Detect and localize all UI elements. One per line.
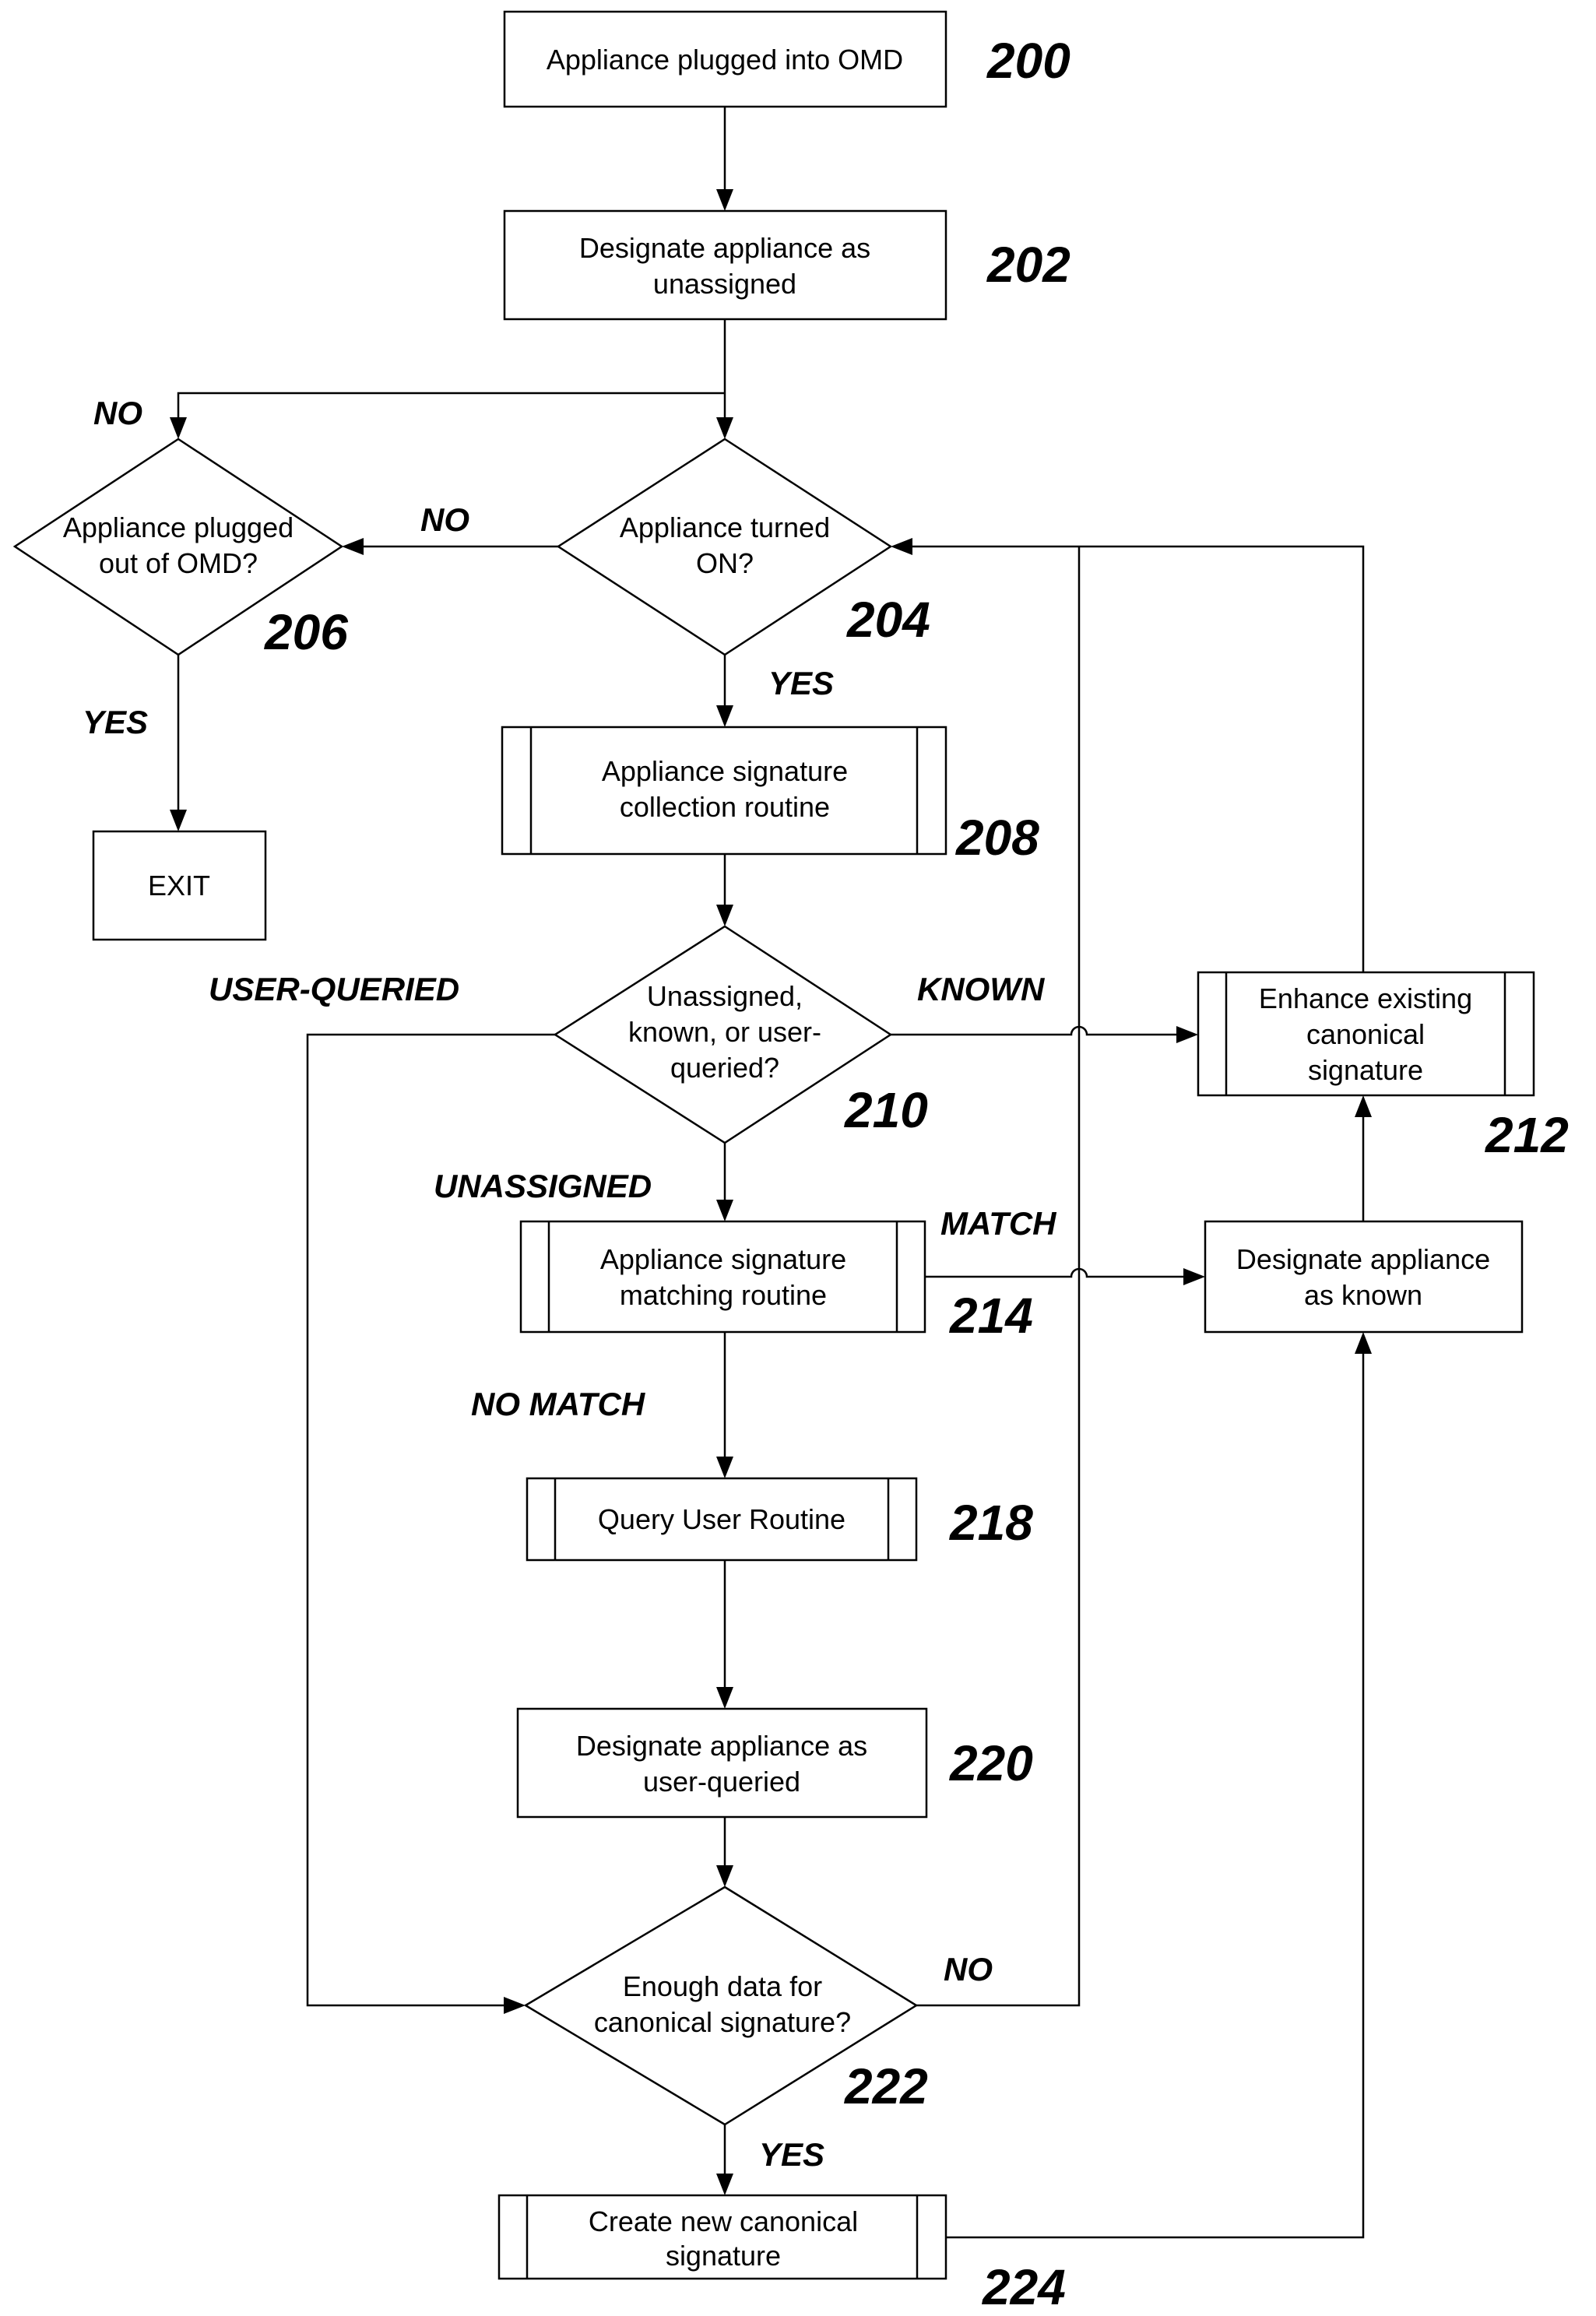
ref-200: 200 — [986, 33, 1070, 89]
node-designate-known: Designate appliance as known — [1204, 1220, 1524, 1334]
label-match: MATCH — [940, 1205, 1057, 1242]
ref-204: 204 — [846, 592, 930, 648]
node-224-line-2: signature — [666, 2240, 781, 2272]
label-yes-206: YES — [83, 704, 148, 740]
node-200-line-1: Appliance plugged into OMD — [547, 44, 903, 76]
node-212-line-1: Enhance existing — [1259, 982, 1472, 1014]
ref-220: 220 — [949, 1735, 1033, 1791]
label-yes-222: YES — [759, 2136, 824, 2173]
node-220: Designate appliance as user-queried — [516, 1707, 928, 1819]
node-204-line-2: ON? — [696, 547, 754, 579]
arrowhead-icon — [504, 1997, 526, 2014]
ref-224: 224 — [982, 2259, 1066, 2315]
node-214-line-1: Appliance signature — [600, 1243, 846, 1275]
node-210-line-3: queried? — [670, 1052, 779, 1084]
edge-224-216 — [946, 1351, 1365, 2239]
arrowhead-icon — [716, 1687, 733, 1709]
ref-214: 214 — [949, 1288, 1033, 1344]
node-224-line-1: Create new canonical — [589, 2205, 858, 2237]
node-218: Query User Routine — [526, 1477, 918, 1562]
ref-218: 218 — [949, 1495, 1033, 1551]
arrowhead-icon — [1183, 1268, 1205, 1285]
node-exit: EXIT — [92, 830, 267, 941]
label-yes-204: YES — [768, 665, 834, 701]
node-202: Designate appliance as unassigned — [503, 209, 947, 321]
arrowhead-icon — [891, 538, 912, 555]
node-220-line-2: user-queried — [643, 1766, 800, 1798]
ref-222: 222 — [844, 2058, 928, 2114]
node-210-line-2: known, or user- — [628, 1016, 821, 1048]
label-known: KNOWN — [917, 971, 1046, 1007]
node-214: Appliance signature matching routine — [519, 1220, 926, 1334]
arrowhead-icon — [1176, 1026, 1198, 1043]
node-208-line-1: Appliance signature — [602, 755, 848, 787]
label-unassigned: UNASSIGNED — [434, 1168, 652, 1204]
arrowhead-icon — [1355, 1332, 1372, 1354]
label-no-222: NO — [944, 1951, 993, 1987]
node-202-line-2: unassigned — [653, 268, 796, 300]
arrowhead-icon — [716, 705, 733, 727]
node-212-line-2: canonical — [1306, 1018, 1425, 1050]
node-210: Unassigned, known, or user- queried? — [553, 925, 893, 1144]
arrowhead-icon — [716, 1865, 733, 1887]
node-224: Create new canonical signature — [497, 2194, 947, 2280]
arrowhead-icon — [716, 1200, 733, 1221]
node-206-line-2: out of OMD? — [99, 547, 258, 579]
arrowhead-icon — [716, 189, 733, 211]
arrowhead-icon — [1355, 1095, 1372, 1117]
arrowhead-icon — [716, 905, 733, 926]
arrowhead-icon — [716, 1457, 733, 1478]
arrowhead-icon — [716, 417, 733, 439]
node-212: Enhance existing canonical signature — [1197, 971, 1535, 1097]
ref-212: 212 — [1485, 1107, 1569, 1163]
node-222-line-2: canonical signature? — [594, 2006, 851, 2038]
arrowhead-icon — [716, 2174, 733, 2195]
node-222-line-1: Enough data for — [623, 1970, 822, 2002]
node-known-line-2: as known — [1304, 1279, 1422, 1311]
node-210-line-1: Unassigned, — [647, 980, 803, 1012]
ref-206: 206 — [264, 604, 348, 660]
node-218-line-1: Query User Routine — [598, 1503, 845, 1535]
arrowhead-icon — [170, 810, 187, 831]
node-200: Appliance plugged into OMD — [503, 10, 947, 108]
edge-212-204 — [909, 545, 1365, 972]
node-212-line-3: signature — [1308, 1054, 1423, 1086]
label-no-204: NO — [420, 501, 469, 538]
ref-208: 208 — [955, 810, 1039, 866]
edge-202-206 — [177, 392, 725, 420]
arrowhead-icon — [342, 538, 364, 555]
node-204-line-1: Appliance turned — [620, 511, 830, 543]
label-no-206-entry: NO — [93, 395, 142, 431]
node-214-line-2: matching routine — [620, 1279, 827, 1311]
ref-202: 202 — [986, 237, 1070, 293]
node-known-line-1: Designate appliance — [1236, 1243, 1490, 1275]
node-208-line-2: collection routine — [620, 791, 830, 823]
node-204: Appliance turned ON? — [556, 438, 893, 656]
node-220-line-1: Designate appliance as — [576, 1730, 867, 1762]
label-no-match: NO MATCH — [471, 1386, 646, 1422]
flowchart-canvas: Appliance plugged into OMD 200 Designate… — [12, 10, 1569, 2315]
node-206-line-1: Appliance plugged — [63, 511, 294, 543]
edge-214-216 — [925, 1267, 1186, 1278]
label-user-queried: USER-QUERIED — [209, 971, 459, 1008]
arrowhead-icon — [170, 417, 187, 439]
node-208: Appliance signature collection routine — [501, 726, 947, 856]
node-exit-line-1: EXIT — [148, 870, 210, 901]
edge-210-212 — [891, 1025, 1179, 1036]
node-202-line-1: Designate appliance as — [579, 232, 870, 264]
ref-210: 210 — [844, 1082, 928, 1138]
